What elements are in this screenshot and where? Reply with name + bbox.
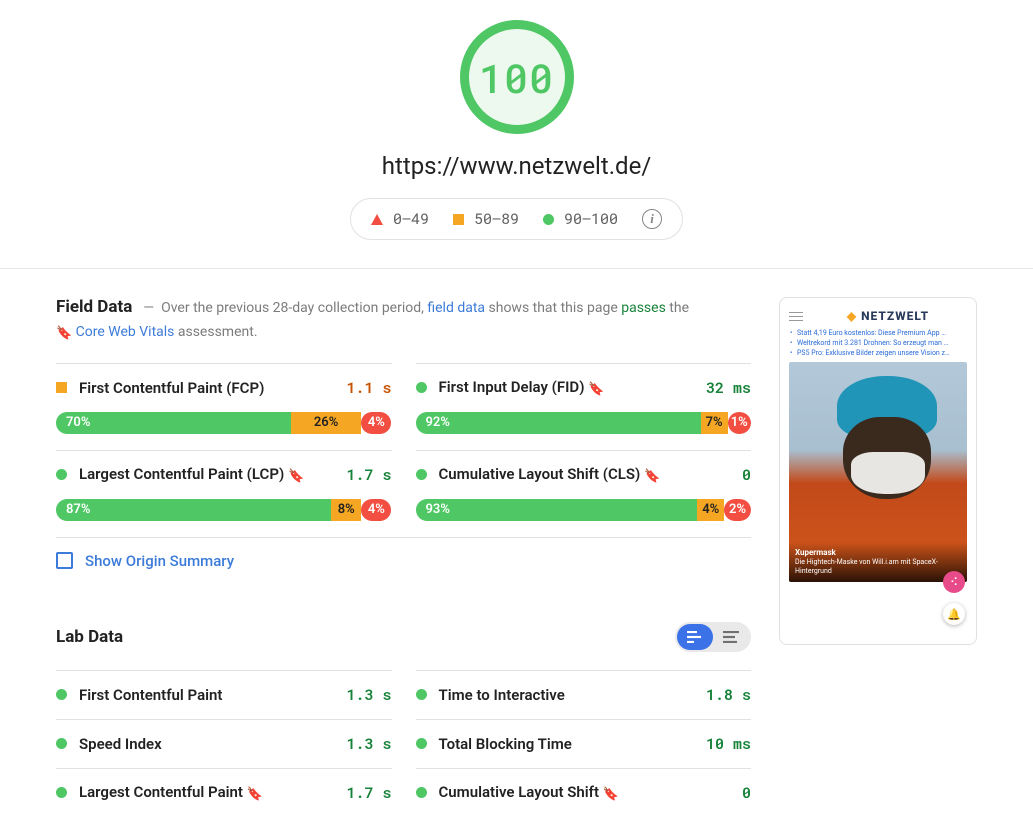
legend-good: 90–100 (543, 209, 618, 229)
metric-lcp: Largest Contentful Paint (LCP) 🔖 1.7 s 8… (56, 450, 392, 537)
metric-value: 1.1 s (346, 378, 391, 398)
triangle-icon (371, 214, 383, 225)
bookmark-icon: 🔖 (247, 787, 263, 802)
bookmark-icon: 🔖 (588, 382, 604, 397)
distribution-bar: 70% 26% 4% (56, 412, 392, 434)
preview-topbar: ◆ NETZWELT (783, 301, 973, 328)
status-icon (416, 787, 427, 798)
metric-fcp: First Contentful Paint (FCP) 1.1 s 70% 2… (56, 363, 392, 450)
metric-fid: First Input Delay (FID) 🔖 32 ms 92% 7% 1… (416, 363, 752, 450)
metric-value: 0 (742, 465, 751, 485)
distribution-bar: 93% 4% 2% (416, 499, 752, 521)
field-data-title: Field Data (56, 297, 132, 317)
metric-value: 1.3 s (346, 685, 391, 705)
preview-headline: Statt 4,19 Euro kostenlos: Diese Premium… (783, 328, 973, 338)
lab-metric-tti: Time to Interactive 1.8 s (416, 670, 752, 719)
circle-icon (543, 214, 554, 225)
lab-metric-lcp: Largest Contentful Paint 🔖 1.7 s (56, 768, 392, 817)
bell-icon: 🔔 (943, 603, 965, 625)
bookmark-icon: 🔖 (603, 787, 619, 802)
info-icon[interactable]: i (642, 209, 662, 229)
share-icon: ⠪ (943, 571, 965, 593)
checkbox-icon[interactable] (56, 552, 73, 569)
view-toggle (675, 622, 751, 652)
score-gauge: 100 (460, 20, 574, 134)
bookmark-icon: 🔖 (288, 469, 304, 484)
lab-metric-cls: Cumulative Layout Shift 🔖 0 (416, 768, 752, 817)
lab-data-header: Lab Data (56, 622, 751, 652)
bars-icon (723, 631, 739, 643)
score-value: 100 (479, 51, 554, 104)
field-data-section: Field Data — Over the previous 28-day co… (56, 297, 751, 345)
preview-headline: Weltrekord mit 3.281 Drohnen: So erzeugt… (783, 338, 973, 348)
metric-value: 10 ms (706, 734, 751, 754)
metric-value: 1.7 s (346, 465, 391, 485)
status-icon (416, 738, 427, 749)
legend-poor: 0–49 (371, 209, 429, 229)
preview-headline: PS5 Pro: Exklusive Bilder zeigen unsere … (783, 348, 973, 358)
preview-caption: Xupermask Die Hightech-Maske von Will.i.… (789, 542, 967, 582)
lab-metric-speed-index: Speed Index 1.3 s (56, 719, 392, 768)
status-icon (56, 382, 67, 393)
legend-needs-improvement: 50–89 (453, 209, 519, 229)
metric-cls: Cumulative Layout Shift (CLS) 🔖 0 93% 4%… (416, 450, 752, 537)
show-origin-summary[interactable]: Show Origin Summary (56, 537, 751, 584)
page-screenshot-thumbnail[interactable]: ◆ NETZWELT Statt 4,19 Euro kostenlos: Di… (779, 297, 977, 645)
score-legend: 0–49 50–89 90–100 i (350, 198, 683, 240)
status-icon (56, 689, 67, 700)
metric-value: 1.7 s (346, 783, 391, 803)
hamburger-icon (789, 309, 803, 324)
status-icon (416, 469, 427, 480)
status-icon (56, 469, 67, 480)
lab-metric-fcp: First Contentful Paint 1.3 s (56, 670, 392, 719)
status-icon (56, 738, 67, 749)
status-icon (416, 382, 427, 393)
page-url: https://www.netzwelt.de/ (0, 152, 1033, 180)
detailed-view-toggle[interactable] (677, 624, 713, 650)
field-data-link[interactable]: field data (427, 300, 485, 316)
field-data-intro: — Over the previous 28-day collection pe… (56, 300, 689, 340)
score-header: 100 https://www.netzwelt.de/ 0–49 50–89 … (0, 0, 1033, 269)
status-icon (416, 689, 427, 700)
metric-value: 1.3 s (346, 734, 391, 754)
preview-hero-image: Xupermask Die Hightech-Maske von Will.i.… (789, 362, 967, 582)
lab-data-title: Lab Data (56, 627, 123, 647)
metric-value: 0 (742, 783, 751, 803)
bookmark-icon: 🔖 (644, 469, 660, 484)
distribution-bar: 92% 7% 1% (416, 412, 752, 434)
core-web-vitals-link[interactable]: Core Web Vitals (76, 324, 175, 340)
metric-value: 32 ms (706, 378, 751, 398)
distribution-bar: 87% 8% 4% (56, 499, 392, 521)
compact-view-toggle[interactable] (713, 624, 749, 650)
square-icon (453, 214, 464, 225)
status-icon (56, 787, 67, 798)
metric-value: 1.8 s (706, 685, 751, 705)
bookmark-icon: 🔖 (56, 323, 72, 345)
lab-metric-tbt: Total Blocking Time 10 ms (416, 719, 752, 768)
preview-brand: ◆ NETZWELT (809, 309, 967, 323)
bars-left-icon (687, 631, 703, 643)
